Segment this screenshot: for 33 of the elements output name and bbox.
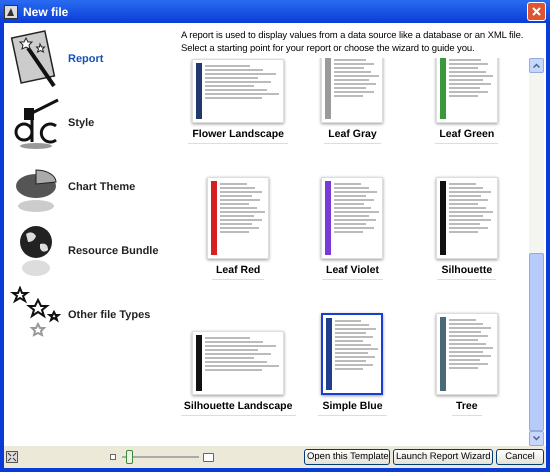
sidebar-item[interactable]: Chart Theme bbox=[4, 155, 181, 219]
slider-thumb[interactable] bbox=[126, 450, 132, 464]
template-label: Leaf Gray bbox=[324, 127, 381, 144]
description-text: A report is used to display values from a data source like a database or an XML file. bbox=[181, 29, 524, 42]
small-size-icon bbox=[110, 454, 116, 460]
scrollbar[interactable] bbox=[529, 58, 544, 446]
sidebar-item[interactable]: Resource Bundle bbox=[4, 219, 181, 283]
template-label: Flower Landscape bbox=[188, 127, 288, 144]
report-preview-drawing[interactable] bbox=[321, 313, 384, 396]
template-label: Simple Blue bbox=[318, 399, 387, 416]
scroll-down-icon bbox=[533, 436, 540, 441]
scrollbar-thumb[interactable] bbox=[529, 253, 544, 431]
template-label: Leaf Green bbox=[435, 127, 498, 144]
sidebar-item[interactable]: Other file Types bbox=[4, 283, 181, 347]
sidebar-item[interactable]: Style bbox=[4, 91, 181, 155]
template-label: Silhouette bbox=[437, 263, 496, 280]
large-size-icon bbox=[203, 452, 214, 462]
template-label: Leaf Red bbox=[212, 263, 264, 280]
template-label: Silhouette Landscape bbox=[181, 399, 296, 416]
scroll-up-icon bbox=[533, 63, 540, 68]
fit-view-icon[interactable] bbox=[6, 451, 18, 463]
sidebar-item[interactable]: Report bbox=[4, 27, 181, 91]
description-text: Select a starting point for your report or choose the wizard to guide you. bbox=[181, 42, 475, 55]
dialog-button[interactable]: Cancel bbox=[496, 449, 544, 465]
dialog-button[interactable]: Open this Template bbox=[304, 449, 390, 465]
window-title: New file bbox=[23, 4, 68, 20]
dialog-button[interactable]: Launch Report Wizard bbox=[393, 449, 493, 465]
app-icon bbox=[4, 4, 18, 18]
close-icon bbox=[532, 7, 541, 16]
zoom-slider[interactable] bbox=[122, 450, 199, 464]
close-button[interactable] bbox=[527, 2, 546, 21]
template-label: Tree bbox=[452, 399, 482, 416]
template-label: Leaf Violet bbox=[322, 263, 383, 280]
